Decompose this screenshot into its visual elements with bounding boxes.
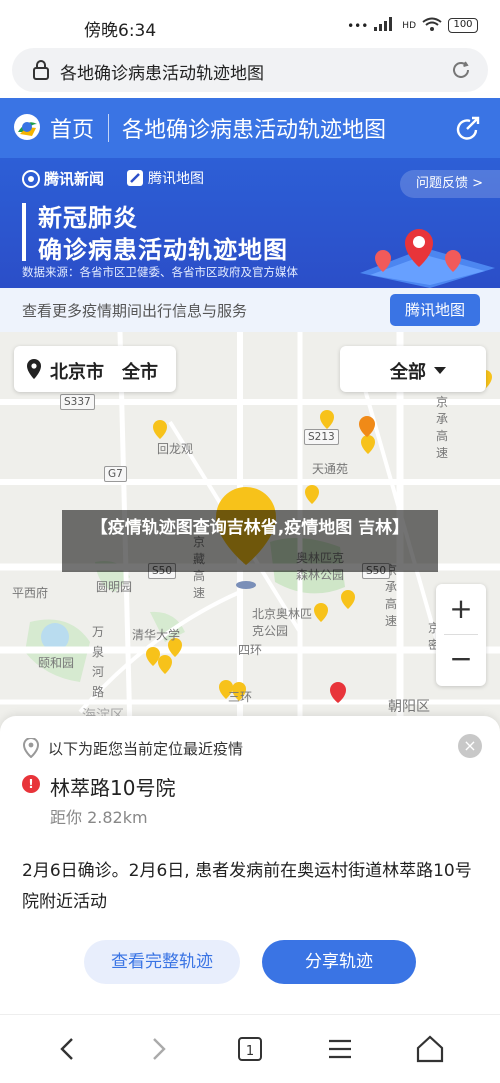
info-text: 查看更多疫情期间出行信息与服务 [22,302,248,320]
map-label: 北京奥林匹克公园 [252,607,313,638]
case-distance: 距你 2.82km [50,808,148,827]
zoom-control: + − [436,584,486,686]
map-label: 清华大学 [132,628,181,642]
map-label: 三环 [228,690,253,704]
nearest-label: 以下为距您当前定位最近疫情 [48,740,244,758]
status-time: 傍晚6:34 [84,21,157,41]
address-title: 各地确诊病患活动轨迹地图 [60,64,264,84]
brand-map: 腾讯地图 [126,168,204,188]
tencent-news-logo [14,114,40,140]
alert-icon: ! [22,775,40,793]
map-label: 万泉河路 [92,625,105,699]
nearest-case-card: 以下为距您当前定位最近疫情 × ! 林萃路10号院 距你 2.82km 2月6日… [0,716,500,1014]
city-name: 北京市 [50,362,104,383]
browser-nav-bar: 1 [0,1014,500,1083]
close-icon[interactable]: × [458,734,482,758]
zoom-in-button[interactable]: + [436,584,486,634]
map-label: 圆明园 [96,580,133,594]
map-label: 平西府 [12,586,49,600]
signal-type: HD [402,20,416,31]
menu-icon[interactable] [322,1031,358,1067]
map-label: 朝阳区 [388,699,430,715]
filter-label: 全部 [390,362,426,383]
banner-title-line2: 确诊病患活动轨迹地图 [38,236,288,264]
map-label: 天通苑 [312,462,349,476]
home-link[interactable]: 首页 [50,112,94,144]
tencent-map-button[interactable]: 腾讯地图 [390,294,480,326]
city-selector[interactable]: 北京市 全市 [14,346,176,392]
map-label: 颐和园 [38,656,75,670]
data-source: 数据来源：各省市区卫健委、各省市区政府及官方媒体 [22,265,298,279]
page-header: 首页 各地确诊病患活动轨迹地图 [0,98,500,158]
home-icon[interactable] [412,1031,448,1067]
title-accent-bar [22,203,26,261]
share-track-button[interactable]: 分享轨迹 [262,940,416,984]
status-icons: ••• HD 100 [347,17,478,34]
banner-title-line1: 新冠肺炎 [38,204,138,232]
road-shield: G7 [104,466,127,482]
view-full-track-button[interactable]: 查看完整轨迹 [84,940,240,984]
header-divider [108,114,109,142]
case-place: 林萃路10号院 [50,776,176,800]
news-logo-icon [22,169,40,188]
feedback-button[interactable]: 问题反馈 > [400,170,500,198]
location-pin-icon [22,738,40,758]
brand-news: 腾讯新闻 [22,168,104,189]
city-scope: 全市 [122,362,158,383]
case-description: 2月6日确诊。2月6日, 患者发病前在奥运村街道林萃路10号院附近活动 [22,861,472,912]
chevron-down-icon [434,367,446,374]
road-shield: S213 [304,429,339,445]
forward-icon[interactable] [140,1031,176,1067]
filter-dropdown[interactable]: 全部 [340,346,486,392]
lock-icon [33,60,49,80]
info-row: 查看更多疫情期间出行信息与服务 腾讯地图 [0,288,500,332]
map-logo-icon [127,170,143,186]
signal-icon [374,17,396,34]
battery-icon: 100 [448,18,478,33]
share-icon[interactable] [454,114,482,142]
location-pin-icon [27,359,41,379]
map-pin-illustration [360,229,495,288]
tabs-icon[interactable]: 1 [232,1031,268,1067]
caption-overlay: 【疫情轨迹图查询吉林省,疫情地图 吉林】 [62,510,438,572]
reload-icon[interactable] [450,59,472,81]
address-bar[interactable]: 各地确诊病患活动轨迹地图 [12,48,488,92]
zoom-out-button[interactable]: − [436,635,486,685]
banner: 腾讯新闻 腾讯地图 新冠肺炎 确诊病患活动轨迹地图 数据来源：各省市区卫健委、各… [0,158,500,288]
wifi-icon [422,17,442,34]
more-dots-icon: ••• [347,18,369,33]
svg-text:1: 1 [246,1044,254,1059]
status-bar: 傍晚6:34 ••• HD 100 [0,0,500,50]
page-title: 各地确诊病患活动轨迹地图 [122,118,387,143]
map-label: 京承高速 [436,395,449,460]
map-label: 回龙观 [157,442,194,456]
back-icon[interactable] [50,1031,86,1067]
map-label: 四环 [238,643,263,657]
road-shield: S337 [60,394,95,410]
